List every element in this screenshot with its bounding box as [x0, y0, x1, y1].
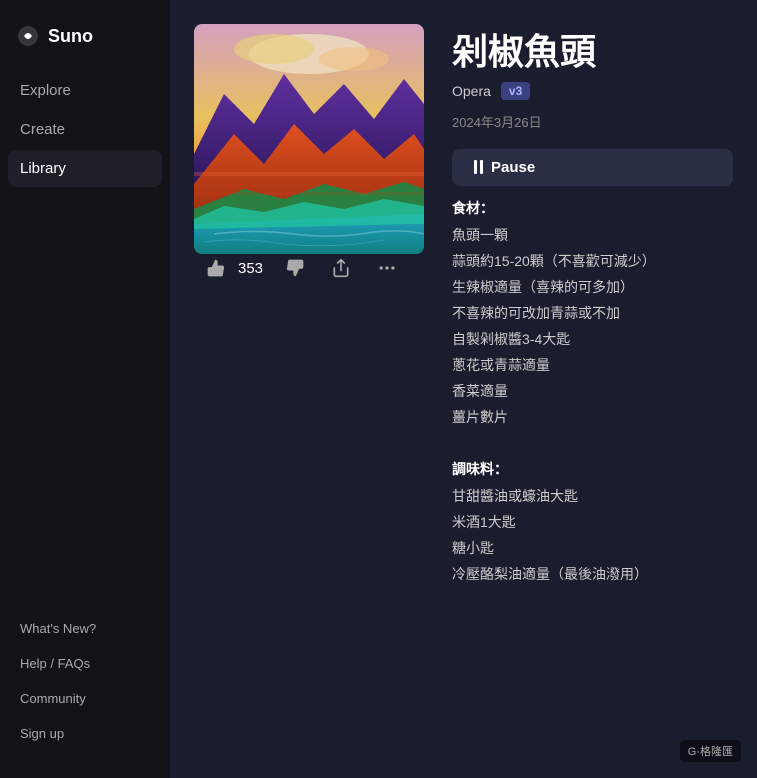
- sidebar-item-signup[interactable]: Sign up: [8, 717, 162, 750]
- watermark: G·格隆匯: [680, 740, 741, 762]
- dislike-button[interactable]: [281, 254, 309, 282]
- share-button[interactable]: [327, 254, 355, 282]
- recipe-line-2: 蒜頭約15-20顆（不喜歡可減少）: [452, 249, 733, 275]
- recipe-line-1: 魚頭一顆: [452, 223, 733, 249]
- thumbs-up-icon: [206, 258, 226, 278]
- like-section: 353: [202, 254, 263, 282]
- sidebar: Suno Explore Create Library What's New? …: [0, 0, 170, 778]
- pause-button[interactable]: Pause: [452, 149, 733, 186]
- sidebar-item-explore[interactable]: Explore: [8, 72, 162, 109]
- suno-logo-icon: [16, 24, 40, 48]
- album-art-container: 353: [194, 24, 424, 302]
- sidebar-item-library[interactable]: Library: [8, 150, 162, 187]
- more-button[interactable]: [373, 254, 401, 282]
- song-info: 剁椒魚頭 Opera v3 2024年3月26日 Pause 食材： 魚頭一顆 …: [452, 24, 733, 588]
- main-content: 353: [170, 0, 757, 778]
- top-section: 353: [194, 24, 733, 588]
- sidebar-bottom: What's New? Help / FAQs Community Sign u…: [0, 612, 170, 762]
- logo-area: Suno: [0, 16, 170, 72]
- sidebar-item-whats-new[interactable]: What's New?: [8, 612, 162, 645]
- song-genre: Opera: [452, 83, 491, 99]
- album-art-svg: [194, 24, 424, 254]
- recipe-line-6: 蔥花或青蒜適量: [452, 353, 733, 379]
- version-badge: v3: [501, 82, 530, 100]
- thumbs-down-icon: [285, 258, 305, 278]
- actions-row: 353: [202, 254, 424, 302]
- ingredients-title: 食材：: [452, 196, 733, 222]
- pause-bar-1: [474, 160, 477, 174]
- recipe-text: 食材： 魚頭一顆 蒜頭約15-20顆（不喜歡可減少） 生辣椒適量（喜辣的可多加）…: [452, 196, 733, 588]
- recipe-line-5: 自製剁椒醬3-4大匙: [452, 327, 733, 353]
- recipe-line-3: 生辣椒適量（喜辣的可多加）: [452, 275, 733, 301]
- more-icon: [377, 258, 397, 278]
- pause-icon: [474, 160, 483, 174]
- sidebar-item-community[interactable]: Community: [8, 682, 162, 715]
- pause-label: Pause: [491, 159, 535, 176]
- seasoning-line-3: 糖小匙: [452, 536, 733, 562]
- recipe-line-4: 不喜辣的可改加青蒜或不加: [452, 301, 733, 327]
- seasoning-line-2: 米酒1大匙: [452, 510, 733, 536]
- song-meta: Opera v3: [452, 82, 733, 100]
- song-title: 剁椒魚頭: [452, 32, 733, 72]
- song-date: 2024年3月26日: [452, 112, 733, 131]
- like-button[interactable]: [202, 254, 230, 282]
- recipe-line-8: 薑片數片: [452, 405, 733, 431]
- sidebar-item-help[interactable]: Help / FAQs: [8, 647, 162, 680]
- seasoning-line-4: 冷壓酪梨油適量（最後油潑用）: [452, 562, 733, 588]
- seasonings-title: 調味料：: [452, 457, 733, 483]
- like-count: 353: [238, 260, 263, 277]
- recipe-line-7: 香菜適量: [452, 379, 733, 405]
- album-art: [194, 24, 424, 254]
- logo-text: Suno: [48, 26, 93, 47]
- nav-items: Explore Create Library: [0, 72, 170, 612]
- pause-bar-2: [480, 160, 483, 174]
- share-icon: [331, 258, 351, 278]
- seasoning-line-1: 甘甜醬油或蠔油大匙: [452, 484, 733, 510]
- sidebar-item-create[interactable]: Create: [8, 111, 162, 148]
